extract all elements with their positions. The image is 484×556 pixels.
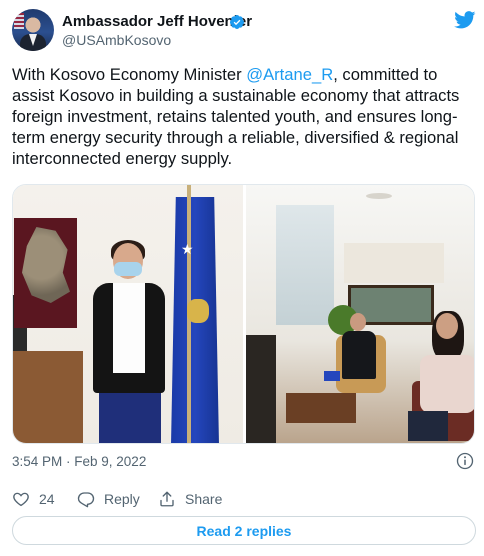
photo-body — [420, 355, 474, 413]
twitter-bird-icon[interactable] — [454, 11, 476, 29]
photo-coffee-table — [286, 393, 356, 423]
reply-icon — [77, 492, 95, 508]
photo-office-meeting[interactable] — [246, 185, 474, 443]
photo-framed-map — [14, 218, 77, 328]
reply-label: Reply — [104, 491, 140, 507]
photo-minister-with-flag[interactable]: ★ — [13, 185, 243, 443]
avatar-flag — [14, 13, 24, 29]
heart-icon — [13, 492, 29, 507]
like-button[interactable]: 24 — [12, 488, 55, 510]
photo-ceiling-lamp — [366, 193, 392, 199]
mention-link[interactable]: @Artane_R — [246, 65, 333, 84]
photo-map-art — [22, 227, 70, 303]
photo-flag-star-icon: ★ — [181, 241, 194, 257]
author-display-name[interactable]: Ambassador Jeff Hovenier — [62, 13, 252, 30]
info-icon[interactable] — [456, 452, 474, 470]
photo-head — [436, 313, 458, 339]
photo-minister-figure — [83, 240, 175, 443]
reply-button[interactable]: Reply — [77, 488, 140, 510]
verified-badge-icon — [229, 15, 244, 29]
photo-table-flag — [324, 371, 340, 381]
author-handle[interactable]: @USAmbKosovo — [62, 32, 171, 48]
photo-shirt — [113, 283, 145, 373]
photo-head — [350, 313, 366, 331]
like-count: 24 — [39, 491, 55, 507]
photo-flag-map — [187, 299, 209, 323]
photo-pants — [99, 393, 161, 443]
tweet-timestamp[interactable]: 3:54 PM · Feb 9, 2022 — [12, 454, 146, 469]
tweet-text-part: With Kosovo Economy Minister — [12, 65, 247, 84]
tweet-text: With Kosovo Economy Minister @Artane_R, … — [12, 64, 478, 169]
share-button[interactable]: Share — [158, 488, 222, 510]
share-icon — [160, 491, 174, 507]
photo-seated-guest — [408, 311, 474, 441]
photo-face-mask — [114, 262, 142, 276]
photo-dark-figure — [246, 335, 276, 443]
photo-legs — [408, 411, 448, 441]
share-label: Share — [185, 491, 223, 507]
photo-window — [276, 205, 334, 325]
author-avatar[interactable] — [12, 9, 54, 51]
photo-shelf — [344, 243, 444, 283]
tweet-media[interactable]: ★ — [12, 184, 475, 444]
photo-cabinet — [13, 351, 83, 443]
photo-seated-minister — [338, 313, 378, 389]
tweet-card: Ambassador Jeff Hovenier @USAmbKosovo Wi… — [0, 0, 484, 556]
photo-body — [342, 331, 376, 379]
read-replies-button[interactable]: Read 2 replies — [12, 516, 476, 545]
